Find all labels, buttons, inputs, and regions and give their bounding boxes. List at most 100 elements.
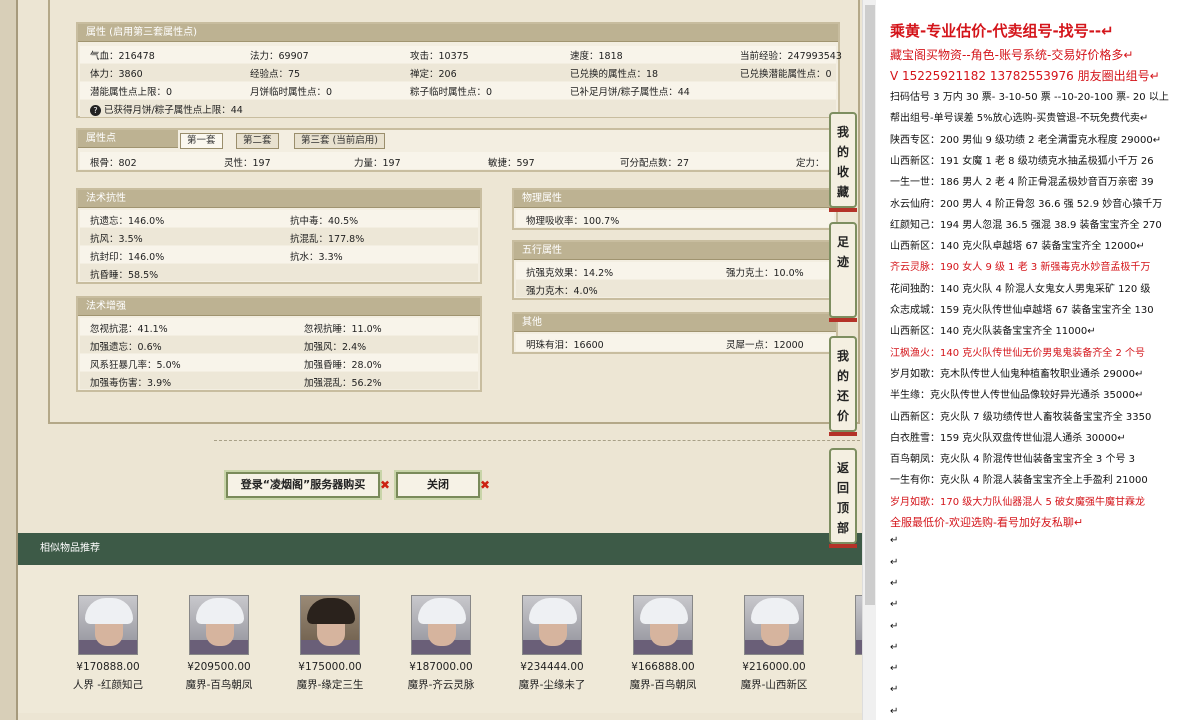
avatar-hair	[529, 598, 577, 624]
attribute-value: 粽子临时属性点：0	[410, 87, 493, 98]
character-avatar[interactable]	[78, 595, 138, 655]
character-avatar[interactable]	[189, 595, 249, 655]
side-tab-3[interactable]: 返回顶部	[829, 448, 857, 548]
similar-item[interactable]: ¥166888.00 魔界-百鸟朝凤	[613, 595, 713, 692]
tab-set-2[interactable]: 第二套	[236, 133, 279, 149]
attribute-value: 已兑换的属性点：18	[570, 69, 659, 80]
side-tab-2[interactable]: 我的还价	[829, 336, 857, 436]
doc-line: ↵	[890, 577, 899, 589]
similar-item[interactable]: ¥170888.00 人界 -红颜知己	[58, 595, 158, 692]
item-server-name[interactable]: 人界 -红颜知己	[58, 677, 158, 692]
similar-item[interactable]: ¥175000.00 魔界-缘定三生	[280, 595, 380, 692]
character-avatar[interactable]	[744, 595, 804, 655]
resist-value: 抗遗忘：146.0%	[90, 216, 165, 227]
enhance-value: 加强混乱：56.2%	[304, 378, 382, 389]
attributes-title: 属性 (启用第三套属性点)	[78, 24, 838, 42]
attributes-note-text: 已获得月饼/粽子属性点上限：44	[104, 105, 243, 116]
similar-item[interactable]: ¥216000.00 魔界-山西新区	[724, 595, 824, 692]
attribute-value: 潜能属性点上限：0	[90, 87, 173, 98]
similar-item[interactable]: ¥187000.00 魔界-齐云灵脉	[391, 595, 491, 692]
other-section: 其他 明珠有泪：16600 灵犀一点：12000	[512, 312, 838, 354]
item-server-name[interactable]: 魔界-山西新区	[724, 677, 824, 692]
doc-line: 齐云灵脉：190 女人 9 级 1 老 3 新强毒克水妙音孟极千万	[890, 262, 1151, 274]
character-avatar[interactable]	[633, 595, 693, 655]
wuxing-title: 五行属性	[514, 242, 836, 260]
wuxing-value: 抗强克效果：14.2%	[526, 268, 614, 279]
other-title: 其他	[514, 314, 836, 332]
close-button[interactable]: 关闭	[396, 472, 480, 498]
attributes-section: 属性 (启用第三套属性点) 气血：216478 法力：69907 攻击：10375 速…	[76, 22, 842, 118]
side-tab-1[interactable]: 足迹	[829, 222, 857, 322]
avatar-hair	[418, 598, 466, 624]
doc-line: 一生一世：186 男人 2 老 4 阶正骨混孟极妙音百万亲密 39	[890, 177, 1154, 189]
wuxing-value: 强力克木：4.0%	[526, 286, 598, 297]
item-price: ¥216000.00	[742, 661, 806, 673]
doc-line: ↵	[890, 641, 899, 653]
enhance-value: 加强昏睡：28.0%	[304, 360, 382, 371]
login-buy-button[interactable]: 登录“凌烟阁”服务器购买	[226, 472, 380, 498]
attribute-value: 法力：69907	[250, 51, 309, 62]
points-section: 属性点 第一套 第二套 第三套 (当前启用) 根骨：802 灵性：197 力量：19…	[76, 128, 840, 172]
enhance-value: 风系狂暴几率：5.0%	[90, 360, 181, 371]
help-icon: ?	[90, 105, 101, 116]
item-price: ¥175000.00	[298, 661, 362, 673]
resist-value: 抗昏睡：58.5%	[90, 270, 159, 281]
divider	[214, 440, 860, 441]
item-server-name[interactable]: 魔界-百鸟朝凤	[169, 677, 269, 692]
item-server-name[interactable]: 魔界-缘定三生	[280, 677, 380, 692]
doc-line: ↵	[890, 556, 899, 568]
doc-line: 百鸟朝凤：克火队 4 阶混传世仙装备宝宝齐全 3 个号 3	[890, 454, 1135, 466]
role-detail-panel: 属性 (启用第三套属性点) 气血：216478 法力：69907 攻击：10375 速…	[48, 0, 860, 424]
resist-section: 法术抗性 抗遗忘：146.0% 抗中毒：40.5% 抗风：3.5% 抗混乱：177.8…	[76, 188, 482, 284]
scrollbar[interactable]	[862, 0, 876, 720]
scrollbar-thumb[interactable]	[865, 5, 875, 605]
item-server-name[interactable]: 魔界-齐云灵脉	[391, 677, 491, 692]
doc-line: 全服最低价-欢迎选购-看号加好友私聊↵	[890, 516, 1084, 529]
doc-line: 帮出组号-单号误差 5%放心选购-买贵管退-不玩免费代卖↵	[890, 113, 1149, 125]
resist-value: 抗风：3.5%	[90, 234, 143, 245]
avatar-hair	[85, 598, 133, 624]
points-title: 属性点	[78, 130, 178, 148]
doc-line: ↵	[890, 599, 899, 611]
attribute-value: 当前经验：247993543	[740, 51, 842, 62]
other-pearl: 明珠有泪：16600	[526, 340, 604, 351]
doc-line: ↵	[890, 620, 899, 632]
doc-line: 江枫渔火：140 克火队传世仙无价男鬼鬼装备齐全 2 个号	[890, 347, 1145, 359]
similar-items-header: 相似物品推荐	[18, 533, 862, 565]
tab-set-1[interactable]: 第一套	[180, 133, 223, 149]
similar-item[interactable]: ¥209500.00 魔界-百鸟朝凤	[169, 595, 269, 692]
avatar-hair	[196, 598, 244, 624]
enhance-section: 法术增强 忽视抗混：41.1% 忽视抗睡：11.0% 加强遗忘：0.6% 加强风：2.…	[76, 296, 482, 392]
side-tab-0[interactable]: 我的收藏	[829, 112, 857, 212]
enhance-value: 加强风：2.4%	[304, 342, 367, 353]
character-avatar[interactable]	[300, 595, 360, 655]
character-avatar[interactable]	[411, 595, 471, 655]
doc-line: 岁月如歌：170 级大力队仙器混人 5 破女魔强牛魔甘霖龙	[890, 496, 1145, 508]
doc-line: ↵	[890, 705, 899, 717]
tab-set-3[interactable]: 第三套 (当前启用)	[294, 133, 385, 149]
attribute-value: 已兑换潜能属性点：0	[740, 69, 832, 80]
item-server-name[interactable]: 魔界-百鸟朝凤	[613, 677, 713, 692]
point-value: 可分配点数：27	[620, 158, 690, 169]
physical-absorb: 物理吸收率：100.7%	[526, 216, 620, 227]
close-x-icon: ✖	[480, 478, 491, 492]
avatar-hair	[751, 598, 799, 624]
physical-title: 物理属性	[514, 190, 836, 208]
point-value: 灵性：197	[224, 158, 271, 169]
wuxing-section: 五行属性 抗强克效果：14.2% 强力克土：10.0% 强力克木：4.0%	[512, 240, 838, 300]
character-avatar[interactable]	[522, 595, 582, 655]
side-tab-label: 足迹	[836, 235, 849, 269]
document-pane: 乘黄-专业估价-代卖组号-找号--↵ 藏宝阁买物资--角色-账号系统-交易好价格多…	[876, 0, 1188, 720]
similar-items-list: ¥170888.00 人界 -红颜知己 ¥209500.00 魔界-百鸟朝凤 ¥1750…	[18, 565, 915, 713]
wuxing-value: 强力克土：10.0%	[726, 268, 804, 279]
doc-line: V 15225921182 13782553976 朋友圈出组号↵	[890, 69, 1160, 83]
enhance-value: 加强毒伤害：3.9%	[90, 378, 172, 389]
enhance-value: 忽视抗睡：11.0%	[304, 324, 382, 335]
item-price: ¥170888.00	[76, 661, 140, 673]
item-server-name[interactable]: 魔界-尘缘未了	[502, 677, 602, 692]
point-value: 力量：197	[354, 158, 401, 169]
similar-item[interactable]: ¥234444.00 魔界-尘缘未了	[502, 595, 602, 692]
enhance-value: 忽视抗混：41.1%	[90, 324, 168, 335]
doc-line: 水云仙府：200 男人 4 阶正骨忽 36.6 强 52.9 妙音心猿千万	[890, 198, 1163, 210]
doc-line: 扫码估号 3 万内 30 票- 3-10-50 票 --10-20-100 票-…	[890, 92, 1169, 103]
